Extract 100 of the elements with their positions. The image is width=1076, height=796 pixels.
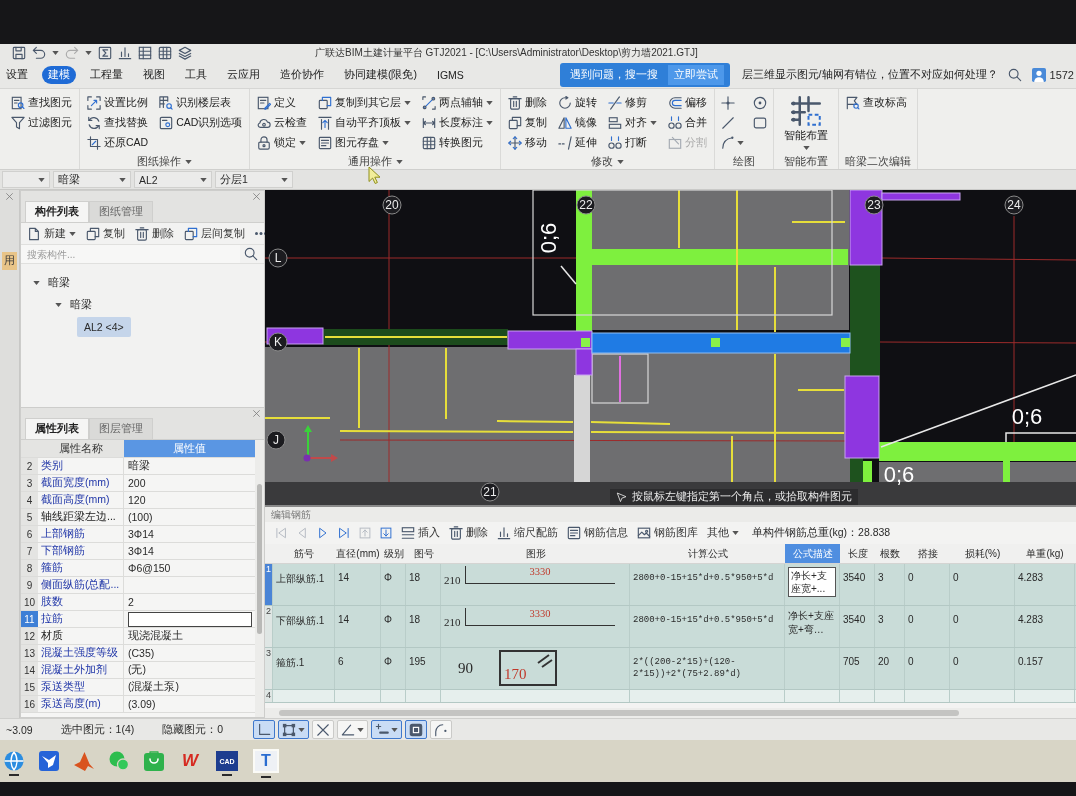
circle-dot-icon[interactable] [753, 96, 768, 110]
rectangle-icon[interactable] [753, 116, 768, 130]
ribbon-button[interactable]: 长度标注 [421, 113, 495, 133]
next-icon[interactable] [317, 527, 329, 539]
snap-toggle-button[interactable] [430, 720, 453, 739]
toolbar-button[interactable]: 新建 [27, 226, 76, 241]
row-number[interactable]: 3 [265, 648, 273, 689]
crosshair-icon[interactable] [721, 96, 736, 110]
dropdown-field[interactable]: 分层1 [215, 171, 293, 188]
grip-handle[interactable] [581, 338, 590, 347]
menu-tab[interactable]: 设置 [0, 66, 34, 84]
ribbon-button[interactable]: 设置比例 [86, 93, 149, 113]
save-icon[interactable] [12, 46, 26, 60]
ribbon-button[interactable]: 移动 [507, 133, 549, 153]
ribbon-button[interactable]: 智能布置 [780, 94, 833, 152]
layers-icon[interactable] [178, 46, 192, 60]
column-block[interactable] [575, 348, 593, 376]
scrollbar[interactable] [265, 708, 1076, 718]
caret-icon[interactable] [395, 159, 403, 164]
tree-item[interactable]: 暗梁 [45, 274, 73, 292]
snap-toggle-button[interactable] [371, 720, 403, 739]
toolbar-button[interactable]: 删除 [449, 526, 488, 540]
ribbon-button[interactable]: 过滤图元 [10, 113, 73, 133]
side-tab[interactable]: 用 [2, 252, 17, 270]
row-number[interactable]: 2 [265, 606, 273, 647]
ribbon-button[interactable]: 云检查 [256, 113, 309, 133]
panel-tab[interactable]: 图纸管理 [89, 201, 153, 222]
value-input-field[interactable] [128, 611, 252, 627]
column-block[interactable] [507, 330, 593, 350]
row-number[interactable]: 14 [21, 662, 38, 678]
toolbar-button[interactable]: 插入 [401, 526, 440, 540]
row-number[interactable]: 4 [21, 492, 38, 508]
snap-toggle-button[interactable] [337, 720, 369, 739]
ribbon-button[interactable]: 查找替换 [86, 113, 149, 133]
description-input-field[interactable]: 净长+支座宽+... [788, 567, 836, 597]
table-icon[interactable] [138, 46, 152, 60]
ribbon-button[interactable]: 合并 [667, 113, 709, 133]
ribbon-button[interactable]: 定义 [256, 93, 298, 113]
ribbon-button[interactable]: 复制 [507, 113, 549, 133]
row-number[interactable]: 8 [21, 560, 38, 576]
search-icon[interactable] [244, 247, 258, 261]
ribbon-button[interactable]: 两点辅轴 [421, 93, 495, 113]
dropdown-field[interactable]: 暗梁 [53, 171, 131, 188]
menu-tab[interactable]: IGMS [431, 67, 470, 83]
grid-box-icon[interactable] [158, 46, 172, 60]
ribbon-button[interactable]: 转换图元 [421, 133, 485, 153]
ribbon-button[interactable]: 锁定 [256, 133, 308, 153]
grip-handle[interactable] [841, 338, 850, 347]
row-number[interactable]: 4 [265, 690, 273, 702]
caret-icon[interactable] [55, 303, 62, 307]
menu-tab[interactable]: 建模 [42, 66, 76, 84]
ribbon-button[interactable]: 查找图元 [10, 93, 73, 113]
row-number[interactable]: 5 [21, 509, 38, 525]
user-avatar-icon[interactable] [1031, 68, 1046, 82]
globe-icon[interactable] [4, 751, 24, 771]
ribbon-button[interactable]: 打断 [607, 133, 649, 153]
move-down-icon[interactable] [380, 527, 392, 539]
bird-icon[interactable] [39, 751, 59, 771]
tree-item[interactable]: 暗梁 [67, 296, 95, 314]
dropdown-field[interactable]: AL2 [134, 171, 212, 188]
toolbar-button[interactable]: 复制 [86, 226, 125, 241]
panel-tab[interactable]: 构件列表 [25, 201, 89, 222]
toolbar-button[interactable]: 钢筋信息 [567, 526, 628, 540]
ribbon-button[interactable]: 对齐 [607, 113, 659, 133]
ribbon-button[interactable]: 偏移 [667, 93, 709, 113]
snap-toggle-button[interactable] [253, 720, 276, 739]
toolbar-button[interactable]: 缩尺配筋 [497, 526, 558, 540]
row-number[interactable]: 12 [21, 628, 38, 644]
taskbar-app-button[interactable]: T [253, 749, 279, 773]
caret-icon[interactable] [185, 159, 193, 164]
dropdown-field[interactable] [2, 171, 50, 188]
ribbon-button[interactable]: 图元存盘 [317, 133, 391, 153]
search-field[interactable]: 搜索构件... [21, 245, 240, 263]
ribbon-button[interactable]: 旋转 [557, 93, 599, 113]
shopping-bag-icon[interactable] [144, 751, 164, 771]
close-icon[interactable] [253, 193, 260, 200]
toolbar-button[interactable]: 钢筋图库 [637, 526, 698, 540]
peak-icon[interactable] [74, 751, 94, 771]
ribbon-button[interactable]: 删除 [507, 93, 549, 113]
row-number[interactable]: 11 [21, 611, 38, 627]
ribbon-button[interactable]: 修剪 [607, 93, 649, 113]
menu-tab[interactable]: 工程量 [84, 66, 129, 84]
last-icon[interactable] [338, 527, 350, 539]
caret-icon[interactable] [617, 159, 625, 164]
ribbon-button[interactable]: 还原CAD [86, 133, 150, 153]
account-id[interactable]: 1572 [1049, 69, 1074, 81]
sigma-icon[interactable] [98, 46, 112, 60]
menu-tab[interactable]: 云应用 [221, 66, 266, 84]
caret-icon[interactable] [33, 281, 40, 285]
toolbar-button[interactable]: 层间复制 [184, 226, 245, 241]
snap-toggle-button[interactable] [278, 720, 310, 739]
scroll-thumb[interactable] [257, 484, 262, 634]
close-icon[interactable] [253, 410, 260, 417]
selected-beam[interactable] [591, 332, 851, 354]
ribbon-button[interactable]: 镜像 [557, 113, 599, 133]
panel-tab[interactable]: 图层管理 [89, 418, 153, 439]
undo-icon[interactable] [32, 46, 46, 60]
scrollbar[interactable] [255, 440, 264, 717]
scroll-thumb[interactable] [279, 710, 959, 716]
toolbar-button[interactable]: 其他 [707, 526, 739, 540]
